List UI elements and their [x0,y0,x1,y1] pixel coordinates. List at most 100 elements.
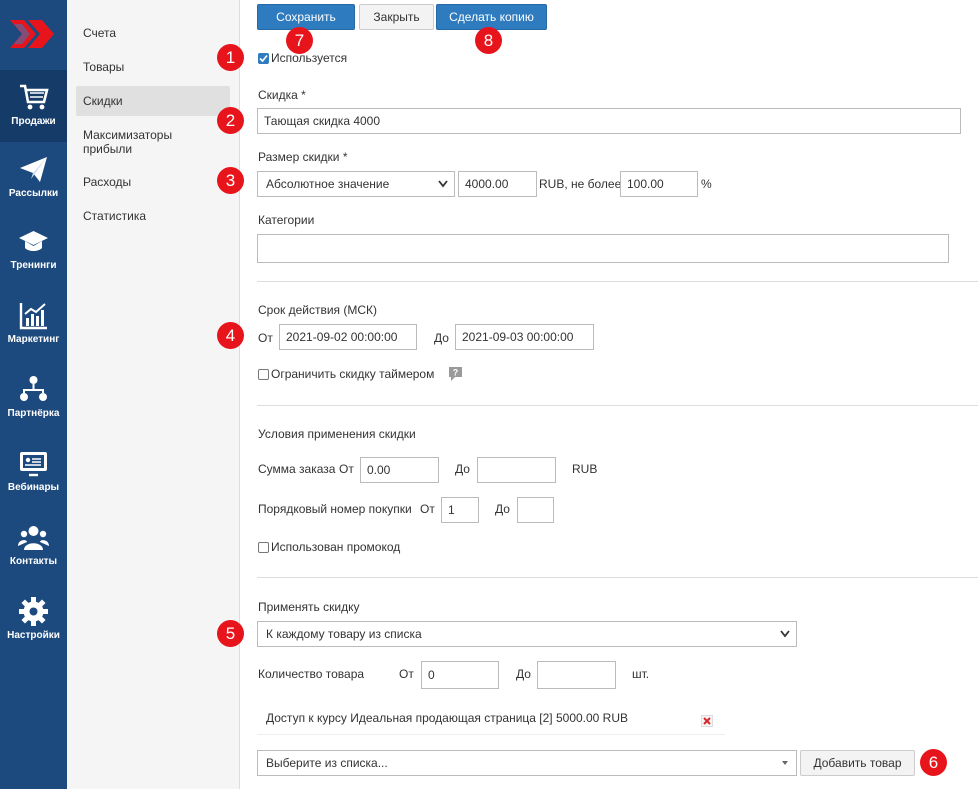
check-icon [259,54,268,63]
monitor-icon [20,452,47,477]
chart-icon [19,303,47,330]
cart-icon [20,84,49,110]
categories-label: Категории [258,213,315,227]
discount-max-input[interactable] [620,171,698,197]
validity-from-input[interactable] [279,324,417,350]
promo-label: Использован промокод [271,540,401,554]
product-select[interactable]: Выберите из списка... [257,750,797,776]
discount-size-label: Размер скидки * [258,150,348,164]
divider [257,577,978,578]
graduation-cap-icon [19,231,48,251]
percent-sign: % [701,177,712,191]
annotation-badge-8: 8 [475,27,502,54]
submenu-item-profit-maximizers[interactable]: Максимизаторы прибыли [76,128,230,156]
purchase-to-input[interactable] [517,497,554,523]
divider [257,405,978,406]
order-to-input[interactable] [477,457,556,483]
chevron-down-icon [438,180,448,188]
used-checkbox[interactable] [258,53,269,64]
discount-name-input[interactable] [257,108,961,134]
order-from-input[interactable] [360,457,439,483]
nav-item-trainings[interactable]: Тренинги [0,214,67,286]
submenu-item-discounts[interactable]: Скидки [76,86,230,116]
logo-icon [9,19,54,48]
nav-item-settings[interactable]: Настройки [0,584,67,656]
users-icon [18,526,49,550]
nav-item-webinars[interactable]: Вебинары [0,436,67,508]
order-to-label: До [455,462,470,476]
annotation-badge-6: 6 [920,749,947,776]
validity-from-label: От [258,331,273,345]
submenu-item-invoices[interactable]: Счета [76,26,230,40]
gear-icon [19,597,48,626]
submenu-item-expenses[interactable]: Расходы [76,175,230,189]
validity-to-label: До [434,331,449,345]
caret-down-icon [782,761,788,765]
used-label: Используется [271,51,348,65]
nav-label-partners: Партнёрка [7,408,60,419]
apply-label: Применять скидку [258,600,360,614]
svg-text:?: ? [453,368,459,378]
annotation-badge-7: 7 [286,27,313,54]
timer-checkbox[interactable] [258,369,269,380]
list-item: Доступ к курсу Идеальная продающая стран… [257,703,725,735]
submenu-item-products[interactable]: Товары [76,60,230,74]
product-select-placeholder: Выберите из списка... [266,756,388,770]
timer-label: Ограничить скидку таймером [271,367,435,381]
annotation-badge-1: 1 [217,44,244,71]
purchase-from-input[interactable] [441,497,479,523]
network-icon [20,376,47,401]
nav-label-sales: Продажи [11,116,56,127]
nav-item-marketing[interactable]: Маркетинг [0,288,67,360]
logo[interactable] [0,0,67,67]
remove-icon[interactable] [701,715,713,727]
close-button[interactable]: Закрыть [359,4,434,30]
categories-input[interactable] [257,234,949,263]
add-product-button[interactable]: Добавить товар [800,750,915,776]
quantity-unit: шт. [632,667,650,681]
annotation-badge-4: 4 [217,322,244,349]
nav-label-webinars: Вебинары [7,482,60,493]
purchase-from-label: От [420,502,435,516]
nav-label-marketing: Маркетинг [7,334,60,345]
discount-type-value: Абсолютное значение [266,177,390,191]
discount-currency-text: RUB, не более [539,177,622,191]
discount-label: Скидка * [258,88,306,102]
main-nav: Продажи Рассылки Тренинги Маркетинг Парт… [0,0,67,789]
discount-form: Сохранить Закрыть Сделать копию Использу… [217,0,978,789]
apply-select[interactable]: К каждому товару из списка [257,621,797,647]
discount-amount-input[interactable] [458,171,537,197]
nav-item-sales[interactable]: Продажи [0,70,67,142]
discount-type-select[interactable]: Абсолютное значение [257,171,455,197]
promo-checkbox[interactable] [258,542,269,553]
nav-label-trainings: Тренинги [10,260,57,271]
purchase-number-label: Порядковый номер покупки [258,502,412,516]
purchase-to-label: До [495,502,510,516]
chevron-down-icon [780,630,790,638]
quantity-from-input[interactable] [421,661,499,689]
save-button[interactable]: Сохранить [257,4,355,30]
quantity-to-label: До [516,667,531,681]
sales-submenu: Счета Товары Скидки Максимизаторы прибыл… [67,0,240,789]
annotation-badge-3: 3 [217,167,244,194]
annotation-badge-2: 2 [217,107,244,134]
product-item-label: Доступ к курсу Идеальная продающая стран… [266,711,629,725]
quantity-to-input[interactable] [537,661,616,689]
quantity-label: Количество товара [258,667,365,681]
annotation-badge-5: 5 [217,620,244,647]
apply-value: К каждому товару из списка [266,627,422,641]
validity-label: Срок действия (МСК) [258,303,378,317]
validity-to-input[interactable] [455,324,594,350]
help-icon[interactable]: ? [447,365,464,382]
nav-item-mailings[interactable]: Рассылки [0,142,67,214]
app-root: Продажи Рассылки Тренинги Маркетинг Парт… [0,0,978,789]
copy-button[interactable]: Сделать копию [436,4,547,30]
nav-item-contacts[interactable]: Контакты [0,510,67,582]
order-currency: RUB [572,462,598,476]
nav-label-settings: Настройки [7,630,60,641]
submenu-item-statistics[interactable]: Статистика [76,209,230,223]
conditions-label: Условия применения скидки [258,427,416,441]
nav-item-partners[interactable]: Партнёрка [0,362,67,434]
quantity-from-label: От [399,667,414,681]
order-sum-label: Сумма заказа [258,462,336,476]
